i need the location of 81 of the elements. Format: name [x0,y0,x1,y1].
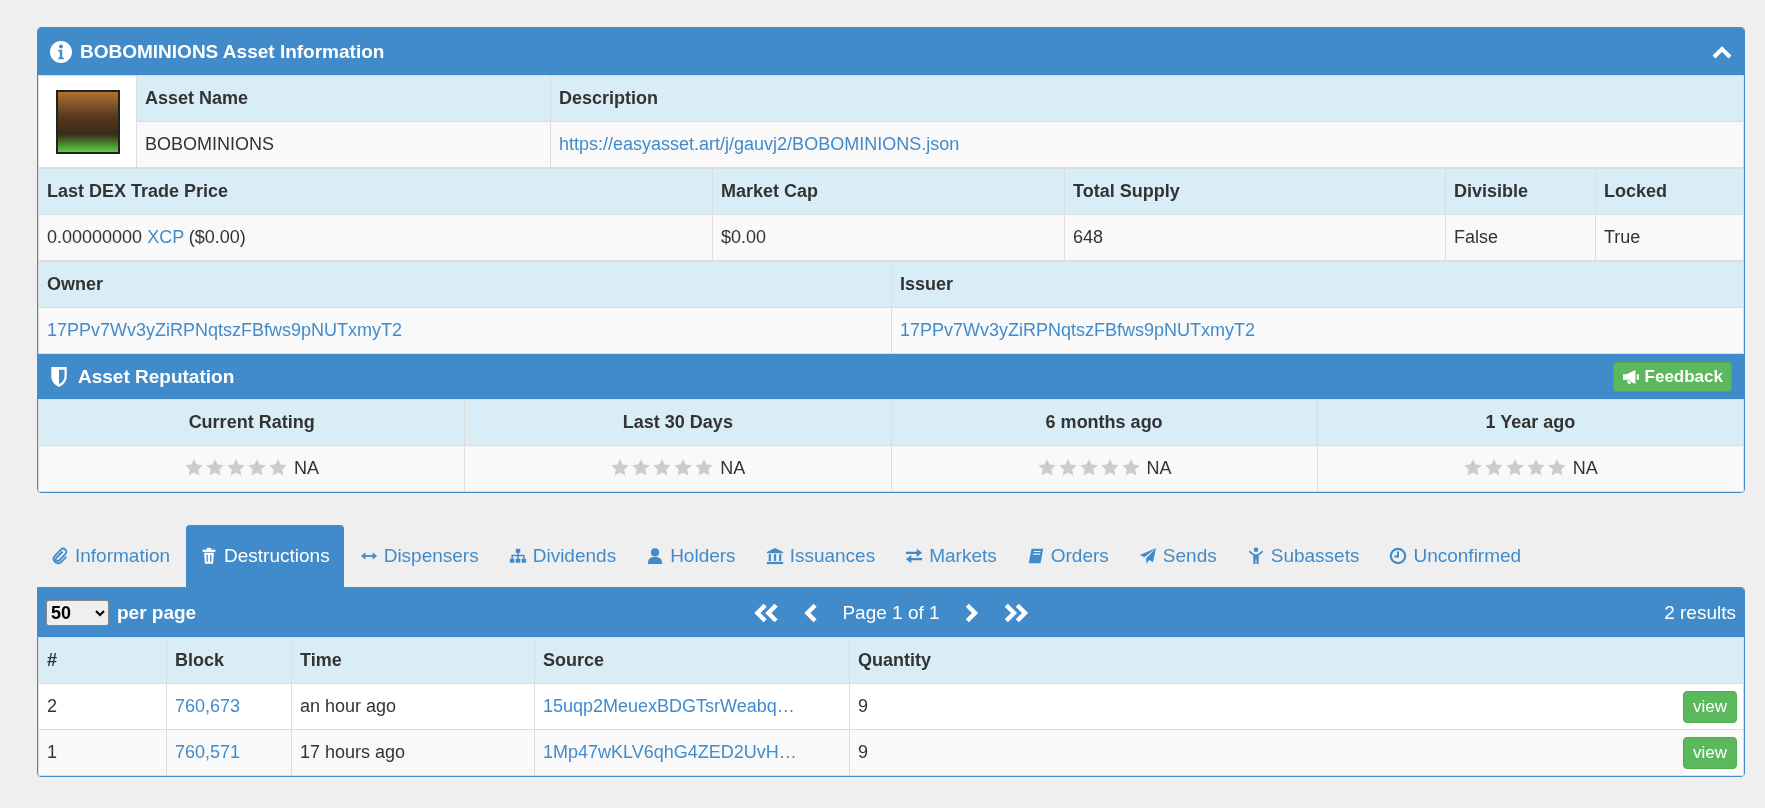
table-cell: 17 hours ago [291,729,535,776]
table-cell: False [1445,214,1596,261]
next-page-icon [963,601,979,624]
megaphone-icon [1621,368,1640,385]
column-header: 6 months ago [891,399,1318,446]
rating-value: NA [720,458,746,478]
description-link[interactable]: https://easyasset.art/j/gauvj2/BOBOMINIONS.json [559,134,960,154]
column-header: Total Supply [1064,168,1446,215]
tab[interactable]: Unconfirmed [1375,525,1536,587]
rating-value: NA [1572,458,1598,478]
previous-page-button[interactable] [803,601,819,624]
child-figure-icon [1246,547,1265,565]
previous-page-icon [803,601,819,624]
clock-icon [1389,547,1408,565]
column-header: Last DEX Trade Price [38,168,713,215]
tab[interactable]: Destructions [186,525,344,587]
column-header: Asset Name [136,75,551,122]
currency-link[interactable]: XCP [147,227,184,247]
exchange-icon [905,547,924,565]
page-indicator: Page 1 of 1 [842,601,940,624]
tab[interactable]: Subassets [1232,525,1374,587]
column-header: Owner [38,261,892,308]
table-cell: BOBOMINIONS [136,121,551,168]
per-page-select[interactable]: 50 [46,599,109,626]
feedback-button[interactable]: Feedback [1612,361,1732,392]
book-icon [1026,547,1045,565]
column-header: Quantity [849,637,1744,684]
paper-plane-icon [1138,547,1157,565]
view-button[interactable]: view [1683,690,1737,723]
table-cell: True [1595,214,1744,261]
tab[interactable]: Information [37,525,185,587]
next-page-button[interactable] [963,601,979,624]
last-page-icon [1003,601,1030,624]
price-value: 0.00000000 [47,227,143,247]
column-header: Last 30 Days [464,399,891,446]
section-title: Asset Reputation [78,365,235,388]
rating-value: NA [1146,458,1172,478]
tab[interactable]: Issuances [751,525,890,587]
column-header: Time [291,637,535,684]
shield-icon [50,365,68,388]
info-icon [50,40,72,63]
tab[interactable]: Markets [891,525,1011,587]
bank-icon [765,547,784,565]
table-cell: an hour ago [291,683,535,730]
column-header: Source [534,637,850,684]
user-icon [646,547,665,565]
table-cell: 1 [38,729,167,776]
tab[interactable]: Dividends [494,525,631,587]
first-page-icon [752,601,779,624]
column-header: Block [166,637,292,684]
price-usd: ($0.00) [188,227,246,247]
column-header: Description [550,75,1744,122]
panel-title: BOBOMINIONS Asset Information [80,40,385,63]
last-page-button[interactable] [1003,601,1030,624]
first-page-button[interactable] [752,601,779,624]
per-page-label: per page [117,601,197,624]
address-link[interactable]: 17PPv7Wv3yZiRPNqtszFBfws9pNUTxmyT2 [47,320,403,340]
column-header: Divisible [1445,168,1596,215]
quantity-value: 9 [858,696,868,717]
view-button[interactable]: view [1683,736,1737,769]
address-link[interactable]: 17PPv7Wv3yZiRPNqtszFBfws9pNUTxmyT2 [900,320,1256,340]
column-header: Issuer [891,261,1744,308]
quantity-value: 9 [858,742,868,763]
results-count: 2 results [1664,601,1736,624]
chevron-up-icon[interactable] [1712,44,1732,59]
paperclip-icon [51,547,69,565]
tab[interactable]: Sends [1124,525,1231,587]
table-cell: 2 [38,683,167,730]
hierarchy-icon [508,547,527,565]
table-cell: 648 [1064,214,1446,261]
tab[interactable]: Holders [632,525,750,587]
tab[interactable]: Dispensers [345,525,493,587]
rating-value: NA [294,458,320,478]
column-header: # [38,637,167,684]
column-header: Locked [1595,168,1744,215]
asset-image-placeholder [55,89,120,154]
table-cell: $0.00 [712,214,1065,261]
column-header: Market Cap [712,168,1065,215]
column-header: Current Rating [38,399,465,446]
column-header: 1 Year ago [1317,399,1744,446]
tab[interactable]: Orders [1012,525,1123,587]
